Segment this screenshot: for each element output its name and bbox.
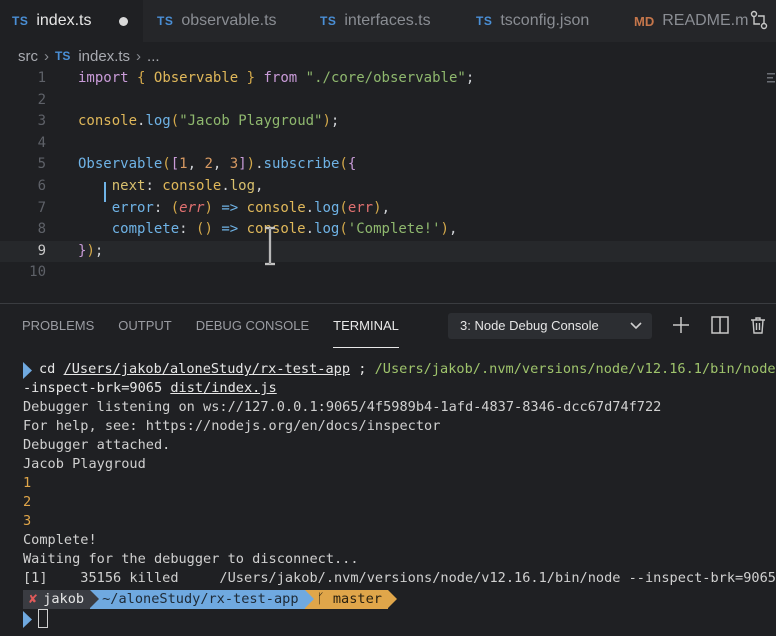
terminal-line: Debugger listening on ws://127.0.0.1:906… (23, 399, 662, 415)
unsaved-dot-icon[interactable] (119, 16, 129, 26)
cd-path-link[interactable]: /Users/jakob/aloneStudy/rx-test-app (64, 361, 350, 377)
new-terminal-plus-icon[interactable] (671, 315, 691, 335)
code-text: }); (78, 242, 104, 259)
split-terminal-icon[interactable] (710, 315, 730, 335)
typescript-file-icon: TS (12, 14, 29, 28)
tab-label: observable.ts (181, 12, 277, 29)
terminal-command-continuation: -inspect-brk=9065 dist/index.js (23, 380, 277, 396)
line-number: 3 (37, 113, 46, 130)
editor-tab-bar: TS index.ts TS observable.ts TS interfac… (0, 0, 776, 42)
chevron-right-icon: › (136, 47, 142, 65)
line-number: 6 (37, 178, 46, 194)
prompt-arrow-icon (23, 362, 32, 379)
source-control-compare-icon[interactable] (750, 10, 768, 30)
prompt-dir-segment: ~/aloneStudy/rx-test-app (90, 590, 314, 609)
terminal-command-line: cd /Users/jakob/aloneStudy/rx-test-app ;… (39, 360, 776, 379)
code-line[interactable]: 3 console.log("Jacob Playgroud"); (0, 111, 776, 133)
shell-prompt: ✘ jakob ~/aloneStudy/rx-test-app ᚴ master (23, 590, 397, 609)
node-path: /Users/jakob/.nvm/versions/node/v12.16.1… (374, 361, 776, 377)
error-status-icon: ✘ (29, 591, 38, 607)
code-line-current[interactable]: 9}); (0, 240, 776, 263)
chevron-down-icon (630, 322, 642, 330)
line-number: 4 (37, 134, 46, 151)
code-line[interactable]: 1 import { Observable } from "./core/obse… (0, 68, 776, 90)
text-cursor-icon (265, 226, 275, 266)
typescript-file-icon: TS (55, 49, 71, 63)
terminal-line: For help, see: https://nodejs.org/en/doc… (23, 418, 441, 434)
breadcrumb-file[interactable]: index.ts (78, 48, 130, 65)
code-line[interactable]: 10 (0, 262, 776, 284)
terminal-cursor (38, 609, 48, 628)
breadcrumb: src › TS index.ts › ... (0, 42, 776, 70)
terminal-line: Complete! (23, 532, 97, 548)
terminal-line: Waiting for the debugger to disconnect..… (23, 551, 359, 567)
chevron-right-icon: › (44, 47, 49, 65)
tab-label: interfaces.ts (344, 12, 431, 29)
prompt-branch-segment: ᚴ master (304, 590, 397, 609)
line-number: 7 (37, 199, 46, 216)
terminal-number-output: 3 (23, 513, 32, 529)
line-number: 9 (37, 242, 46, 259)
code-line[interactable]: 6 next: console.log, (0, 176, 776, 198)
line-number: 1 (37, 70, 46, 86)
line-number: 5 (37, 156, 46, 173)
tab-observable-ts[interactable]: TS observable.ts (143, 0, 306, 42)
tab-interfaces-ts[interactable]: TS interfaces.ts (306, 0, 462, 42)
tab-output[interactable]: OUTPUT (118, 304, 171, 348)
code-line[interactable]: 8 complete: () => console.log('Complete!… (0, 219, 776, 241)
typescript-file-icon: TS (320, 14, 337, 28)
line-number: 2 (37, 91, 46, 108)
minimap-icon[interactable] (767, 72, 775, 86)
terminal-number-output: 1 (23, 475, 32, 491)
code-text: import { Observable } from "./core/obser… (78, 70, 475, 86)
terminal-line: Debugger attached. (23, 437, 171, 453)
prompt-arrow-icon (23, 611, 32, 628)
typescript-file-icon: TS (157, 14, 174, 28)
line-number: 8 (37, 221, 46, 238)
code-line[interactable]: 4 (0, 133, 776, 155)
tab-debug-console[interactable]: DEBUG CONSOLE (196, 304, 309, 348)
terminal-select-value: 3: Node Debug Console (460, 318, 599, 333)
tsconfig-file-icon: TS (476, 14, 493, 28)
code-line[interactable]: 5 Observable([1, 2, 3]).subscribe({ (0, 154, 776, 176)
markdown-file-icon: MD (634, 13, 655, 29)
code-line[interactable]: 7 error: (err) => console.log(err), (0, 198, 776, 220)
line-number: 10 (29, 264, 46, 281)
terminal-select-dropdown[interactable]: 3: Node Debug Console (448, 313, 652, 339)
terminal-number-output: 2 (23, 494, 32, 510)
tab-tsconfig-json[interactable]: TS tsconfig.json (462, 0, 620, 42)
breadcrumb-more[interactable]: ... (147, 48, 160, 65)
tab-readme[interactable]: MD README.m (620, 0, 748, 42)
tab-label: README.m (662, 12, 749, 29)
terminal-line: Jacob Playgroud (23, 456, 146, 472)
script-path-link[interactable]: dist/index.js (170, 380, 276, 396)
code-text: error: (err) => console.log(err), (111, 199, 390, 216)
tab-terminal[interactable]: TERMINAL (333, 304, 399, 348)
tab-label: tsconfig.json (500, 12, 590, 29)
tab-label: index.ts (36, 12, 92, 29)
bottom-panel: PROBLEMS OUTPUT DEBUG CONSOLE TERMINAL 3… (0, 303, 776, 636)
tab-index-ts[interactable]: TS index.ts (0, 0, 143, 42)
tab-problems[interactable]: PROBLEMS (22, 304, 94, 348)
terminal-line: [1] 35156 killed /Users/jakob/.nvm/versi… (23, 570, 776, 586)
panel-tab-bar: PROBLEMS OUTPUT DEBUG CONSOLE TERMINAL (0, 304, 776, 348)
text-caret (104, 182, 106, 202)
git-branch-icon: ᚴ (316, 591, 325, 607)
prompt-user-segment: ✘ jakob (23, 590, 100, 609)
code-line[interactable]: 2 (0, 90, 776, 112)
code-text: Observable([1, 2, 3]).subscribe({ (78, 156, 357, 173)
breadcrumb-folder[interactable]: src (18, 48, 38, 65)
code-text: console.log("Jacob Playgroud"); (78, 113, 340, 130)
trash-icon[interactable] (748, 315, 768, 335)
code-editor[interactable]: 1 import { Observable } from "./core/obse… (0, 68, 776, 304)
